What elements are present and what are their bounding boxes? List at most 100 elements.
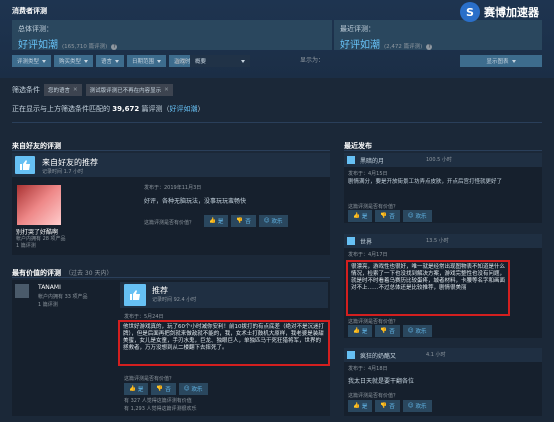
avatar[interactable]	[17, 185, 61, 225]
user-reviews: 1 篇评测	[38, 302, 58, 308]
vote-buttons: 👍 是 👎 否 ☺ 欢乐	[348, 325, 432, 337]
chevron-down-icon	[241, 59, 246, 63]
display-as-controls: 显示为：	[300, 55, 324, 64]
filter-review-type[interactable]: 评测类型	[12, 55, 52, 67]
thumbs-down-icon: 👎	[380, 213, 388, 219]
vote-yes-button[interactable]: 👍 是	[348, 325, 373, 337]
recent-label: 最近评测：	[340, 25, 375, 33]
divider	[12, 277, 330, 278]
thumbs-up-icon	[347, 237, 355, 245]
chevron-down-icon	[157, 59, 162, 63]
recent-review-item: 黑暗的月 100.5 小时 发布于：4月15日 剧情满分，要是开放街景工坊弄点皮…	[344, 153, 542, 223]
helpful-question: 这篇评测是否有价值？	[124, 376, 175, 382]
result-rating: 好评如潮	[169, 105, 198, 113]
user-reviews: 1 篇评测	[16, 243, 36, 249]
funny-stat: 有 1,293 人觉得这篇评测很欢乐	[124, 406, 197, 412]
vote-funny-button[interactable]: ☺ 欢乐	[402, 210, 432, 222]
thumbs-up-icon: 👍	[353, 328, 360, 334]
user-products: 帐户内拥有 28 项产品	[16, 236, 66, 242]
helpful-question: 这篇评测是否有价值？	[348, 319, 399, 325]
user-name[interactable]: 疯狂的奶酪又	[360, 351, 396, 360]
recent-review-item: 疯狂的奶酪又 4.1 小时 发布于：4月18日 我太日天就是要干翻各位 这篇评测…	[344, 348, 542, 416]
review-body: 他世好游戏真的，玩了60个小时减你安利！前10拨打的有点底差（绝对不是沉迷打牌）…	[118, 320, 330, 366]
thumbs-up-icon: 👍	[129, 386, 136, 392]
vote-no-button[interactable]: 👎 否	[231, 215, 256, 227]
display-select[interactable]: 概要	[190, 55, 251, 67]
chevron-down-icon	[511, 59, 516, 63]
avatar[interactable]	[15, 284, 29, 298]
smile-icon: ☺	[407, 213, 414, 219]
vote-funny-button[interactable]: ☺ 欢乐	[178, 383, 208, 395]
overall-value[interactable]: 好评如潮	[18, 36, 58, 51]
user-name[interactable]: 世界	[360, 237, 372, 246]
vote-no-button[interactable]: 👎 否	[375, 325, 400, 337]
thumbs-up-icon	[347, 156, 355, 164]
review-title: 来自好友的推荐	[42, 158, 98, 167]
vote-buttons: 👍 是 👎 否 ☺ 欢乐	[348, 210, 432, 222]
thumbs-up-icon: 👍	[209, 218, 216, 224]
thumbs-down-icon: 👎	[236, 218, 244, 224]
active-filters: 筛选条件 您的语言 ✕ 测试版评测已不再在内容显示 ✕	[12, 84, 173, 96]
review-body: 剧情满分，要是开放街景工坊弄点皮肤，开点后宫打怪就更好了	[348, 179, 503, 185]
overall-summary: 总体评测： 好评如潮 (165,710 篇评测) ?	[12, 20, 332, 51]
logo-text: 赛博加速器	[484, 6, 539, 19]
thumbs-up-icon	[15, 156, 35, 174]
filters-label: 筛选条件	[12, 86, 40, 94]
vote-buttons: 👍 是 👎 否 ☺ 欢乐	[348, 400, 432, 412]
divider	[344, 150, 542, 151]
vote-funny-button[interactable]: ☺ 欢乐	[402, 325, 432, 337]
filter-tag-beta[interactable]: 测试版评测已不再在内容显示 ✕	[85, 84, 173, 96]
vote-yes-button[interactable]: 👍 是	[204, 215, 229, 227]
vote-no-button[interactable]: 👎 否	[375, 210, 400, 222]
filter-purchase-type[interactable]: 购买类型	[54, 55, 94, 67]
recent-value[interactable]: 好评如潮	[340, 36, 380, 51]
result-count: 39,672	[112, 105, 140, 113]
vote-no-button[interactable]: 👎 否	[151, 383, 176, 395]
review-title: 推荐	[152, 286, 168, 295]
section-title-consumer-reviews: 消费者评测	[12, 7, 47, 15]
vote-yes-button[interactable]: 👍 是	[348, 210, 373, 222]
review-posted: 发布于：5月24日	[124, 314, 164, 320]
vote-yes-button[interactable]: 👍 是	[124, 383, 149, 395]
smile-icon: ☺	[263, 218, 270, 224]
result-summary: 正在显示与上方筛选条件匹配的 39,672 篇评测（好评如潮）	[12, 105, 205, 113]
thumbs-down-icon: 👎	[380, 403, 388, 409]
vote-yes-button[interactable]: 👍 是	[348, 400, 373, 412]
display-as-label: 显示为：	[300, 57, 325, 64]
review-posted: 发布于：2019年11月3日	[144, 185, 202, 191]
user-name[interactable]: TANAMI	[38, 284, 61, 291]
filter-tag-language[interactable]: 您的语言 ✕	[44, 84, 82, 96]
show-graph-button[interactable]: 显示图表	[460, 55, 542, 67]
review-body: 很漂亮，游戏性也很好，唯一就是经常出现图物表不知道是什么情况，检索了一下也没找到…	[346, 260, 510, 316]
logo-icon: S	[460, 2, 480, 22]
vote-buttons: 👍 是 👎 否 ☺ 欢乐	[124, 383, 208, 395]
review-posted: 发布于：4月17日	[348, 252, 388, 258]
user-name[interactable]: 黑暗的月	[360, 156, 384, 165]
thumbs-up-icon: 👍	[353, 403, 360, 409]
help-icon[interactable]: ?	[426, 44, 433, 50]
chevron-down-icon	[84, 59, 89, 63]
filter-language[interactable]: 语言	[96, 55, 125, 67]
review-posted: 发布于：4月18日	[348, 366, 388, 372]
smile-icon: ☺	[407, 328, 414, 334]
filter-date-range[interactable]: 日期范围	[127, 55, 167, 67]
review-hours: 记录时间 1.7 小时	[42, 169, 84, 175]
vote-funny-button[interactable]: ☺ 欢乐	[258, 215, 288, 227]
help-icon[interactable]: ?	[111, 44, 118, 50]
close-icon[interactable]: ✕	[73, 87, 78, 93]
review-body: 好评，各种无脑玩法，没事玩玩蛮畅快	[144, 198, 247, 205]
close-icon[interactable]: ✕	[164, 87, 169, 93]
chevron-down-icon	[42, 59, 47, 63]
display-controls: 显示 概要	[175, 55, 251, 67]
overall-label: 总体评测：	[18, 25, 53, 33]
vote-funny-button[interactable]: ☺ 欢乐	[402, 400, 432, 412]
friend-review-card: 来自好友的推荐 记录时间 1.7 小时 别打哭了好酷啊 帐户内拥有 28 项产品…	[12, 153, 330, 255]
thumbs-up-icon	[124, 284, 146, 306]
thumbs-down-icon: 👎	[380, 328, 388, 334]
recent-summary: 最近评测： 好评如潮 (2,472 篇评测) ?	[334, 20, 542, 51]
review-body: 我太日天就是要干翻各位	[348, 378, 415, 385]
helpful-question: 这篇评测是否有价值？	[348, 204, 399, 210]
smile-icon: ☺	[183, 386, 190, 392]
vote-no-button[interactable]: 👎 否	[375, 400, 400, 412]
chevron-down-icon	[115, 59, 120, 63]
